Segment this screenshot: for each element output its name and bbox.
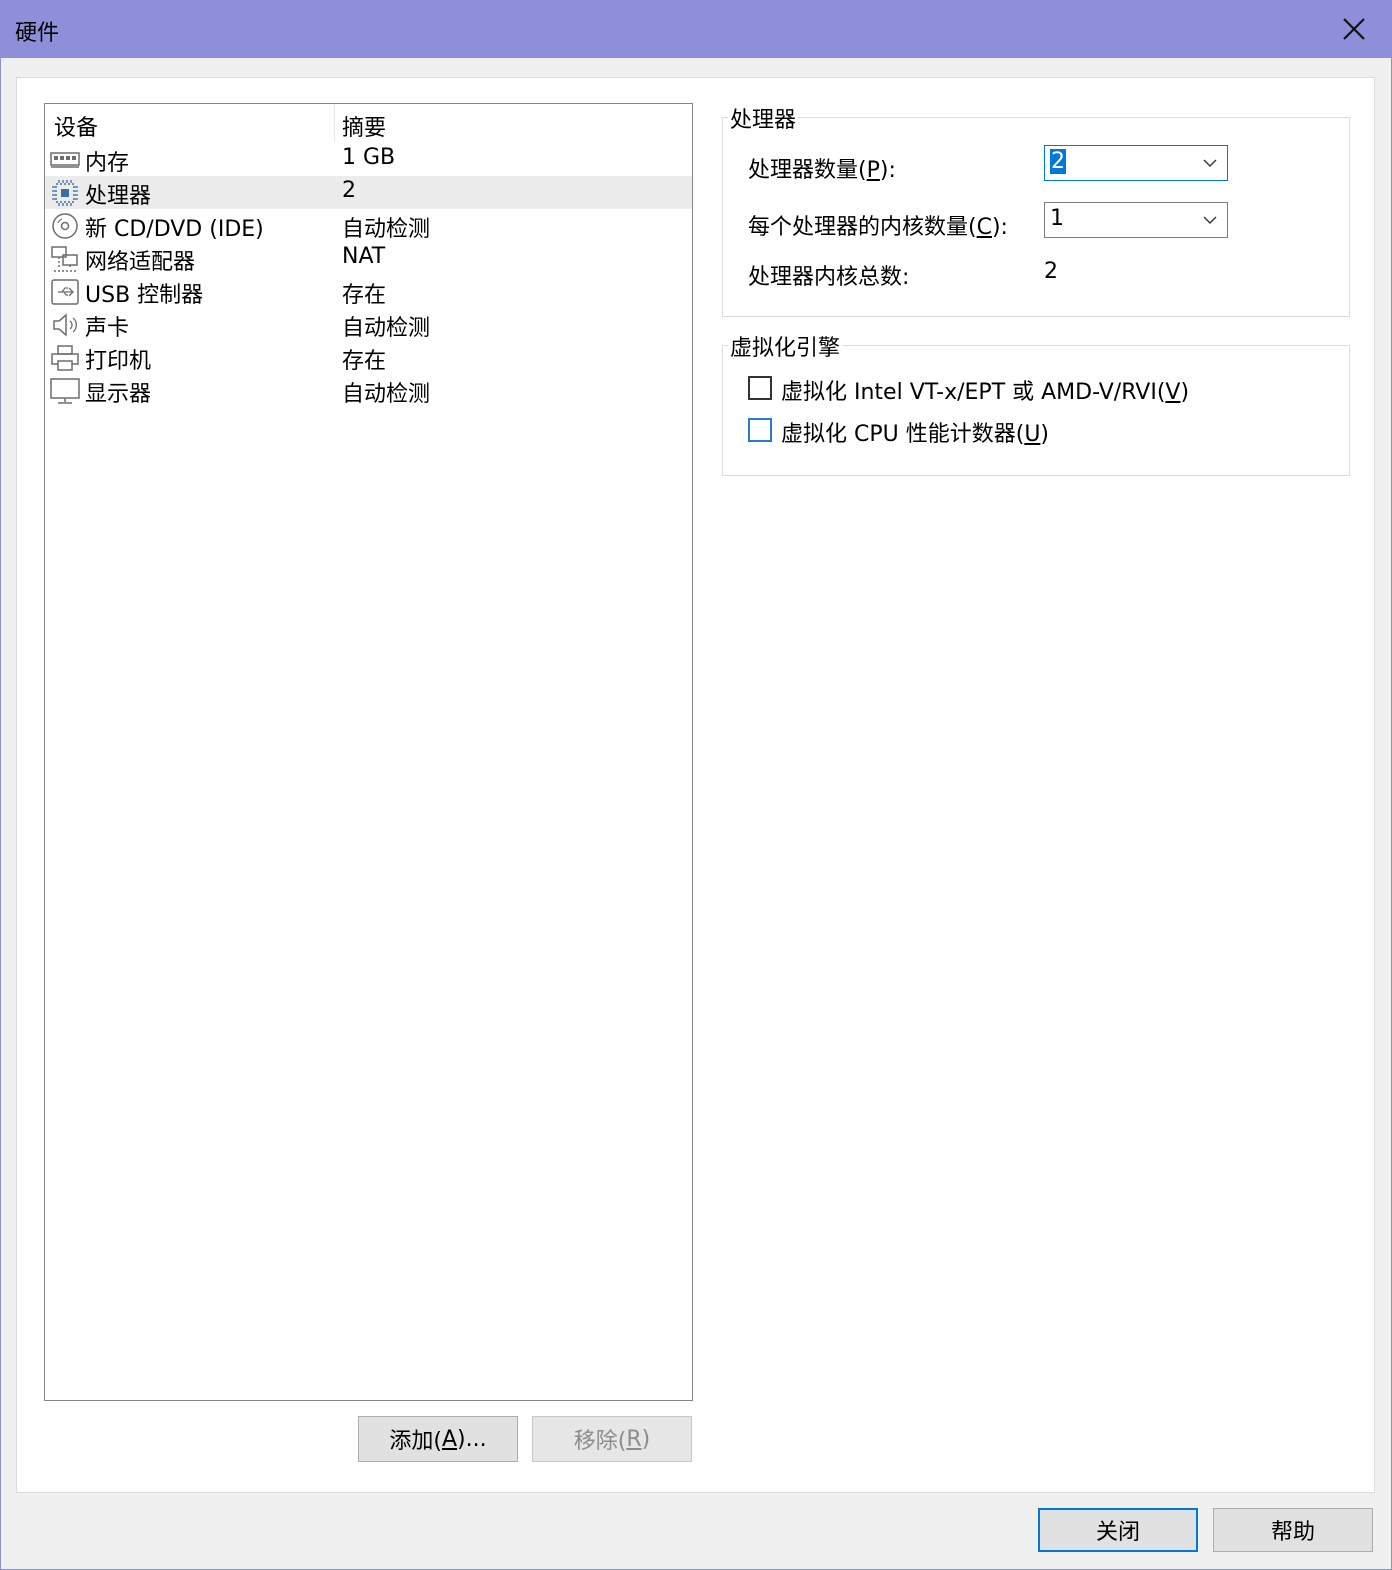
device-name: 打印机 xyxy=(85,349,152,374)
processor-icon xyxy=(50,178,80,208)
dialog-title: 硬件 xyxy=(15,21,60,46)
add-label-pre: 添加( xyxy=(389,1429,442,1454)
device-row-network[interactable]: 网络适配器 NAT xyxy=(45,242,692,275)
cores-per-processor-select[interactable]: 1 xyxy=(1044,202,1228,238)
device-name: USB 控制器 xyxy=(85,283,204,308)
device-summary: 存在 xyxy=(342,349,387,374)
memory-icon xyxy=(50,145,80,175)
processor-group-title: 处理器 xyxy=(728,102,799,134)
title-bar[interactable]: 硬件 xyxy=(1,1,1391,58)
device-row-sound[interactable]: 声卡 自动检测 xyxy=(45,308,692,341)
total-cores-value: 2 xyxy=(1044,259,1058,284)
add-device-button[interactable]: 添加(A)... xyxy=(358,1416,518,1462)
hardware-dialog: 硬件 设备 摘要 内存 1 GB 处理器 2 新 CD/DVD (IDE) 自动… xyxy=(0,0,1392,1570)
virtualize-vtx-checkbox[interactable] xyxy=(748,376,772,400)
cores-per-processor-value: 1 xyxy=(1050,206,1064,231)
device-summary: NAT xyxy=(342,244,386,269)
device-name: 网络适配器 xyxy=(85,250,196,275)
virtualization-group xyxy=(722,345,1350,476)
virtualize-cpu-counters-label[interactable]: 虚拟化 CPU 性能计数器(U) xyxy=(781,416,1049,448)
remove-label-post: ) xyxy=(641,1426,651,1452)
device-summary: 自动检测 xyxy=(342,217,431,242)
remove-label-key: R xyxy=(626,1426,642,1452)
processor-count-label: 处理器数量(P): xyxy=(748,158,896,183)
content-panel: 设备 摘要 内存 1 GB 处理器 2 新 CD/DVD (IDE) 自动检测 … xyxy=(16,77,1375,1493)
chevron-down-icon xyxy=(1203,159,1217,167)
usb-icon xyxy=(50,277,80,307)
device-row-printer[interactable]: 打印机 存在 xyxy=(45,341,692,374)
monitor-icon xyxy=(50,376,80,406)
device-list[interactable]: 设备 摘要 内存 1 GB 处理器 2 新 CD/DVD (IDE) 自动检测 … xyxy=(44,103,693,1401)
cores-per-processor-label: 每个处理器的内核数量(C): xyxy=(748,215,1008,240)
remove-device-button[interactable]: 移除(R) xyxy=(532,1416,692,1462)
column-header-summary[interactable]: 摘要 xyxy=(342,110,386,142)
total-cores-label: 处理器内核总数: xyxy=(748,265,910,290)
device-row-memory[interactable]: 内存 1 GB xyxy=(45,143,692,176)
add-label-post: )... xyxy=(457,1426,487,1452)
printer-icon xyxy=(50,343,80,373)
processor-count-select[interactable]: 2 xyxy=(1044,145,1228,181)
remove-label-pre: 移除( xyxy=(573,1429,627,1454)
device-summary: 存在 xyxy=(342,283,387,308)
device-summary: 2 xyxy=(342,178,356,203)
device-row-processor[interactable]: 处理器 2 xyxy=(45,176,692,209)
device-name: 声卡 xyxy=(85,316,130,341)
close-button[interactable]: 关闭 xyxy=(1038,1508,1198,1552)
add-label-key: A xyxy=(441,1426,458,1452)
device-summary: 自动检测 xyxy=(342,316,431,341)
device-row-cd-dvd[interactable]: 新 CD/DVD (IDE) 自动检测 xyxy=(45,209,692,242)
device-name: 内存 xyxy=(85,151,130,176)
device-row-usb[interactable]: USB 控制器 存在 xyxy=(45,275,692,308)
chevron-down-icon xyxy=(1203,216,1217,224)
processor-count-value: 2 xyxy=(1050,149,1066,174)
device-summary: 自动检测 xyxy=(342,382,431,407)
device-name: 新 CD/DVD (IDE) xyxy=(85,217,264,242)
virtualization-group-title: 虚拟化引擎 xyxy=(728,330,843,362)
column-separator[interactable] xyxy=(334,104,335,142)
device-name: 处理器 xyxy=(85,184,152,209)
column-header-device[interactable]: 设备 xyxy=(54,110,98,142)
virtualize-cpu-counters-checkbox[interactable] xyxy=(748,418,772,442)
device-summary: 1 GB xyxy=(342,145,396,170)
device-row-display[interactable]: 显示器 自动检测 xyxy=(45,374,692,407)
speaker-icon xyxy=(50,310,80,340)
cd-dvd-icon xyxy=(50,211,80,241)
network-icon xyxy=(50,244,80,274)
help-button[interactable]: 帮助 xyxy=(1213,1508,1373,1552)
virtualize-vtx-label[interactable]: 虚拟化 Intel VT-x/EPT 或 AMD-V/RVI(V) xyxy=(781,374,1189,406)
device-name: 显示器 xyxy=(85,382,152,407)
close-icon[interactable] xyxy=(1331,7,1377,51)
